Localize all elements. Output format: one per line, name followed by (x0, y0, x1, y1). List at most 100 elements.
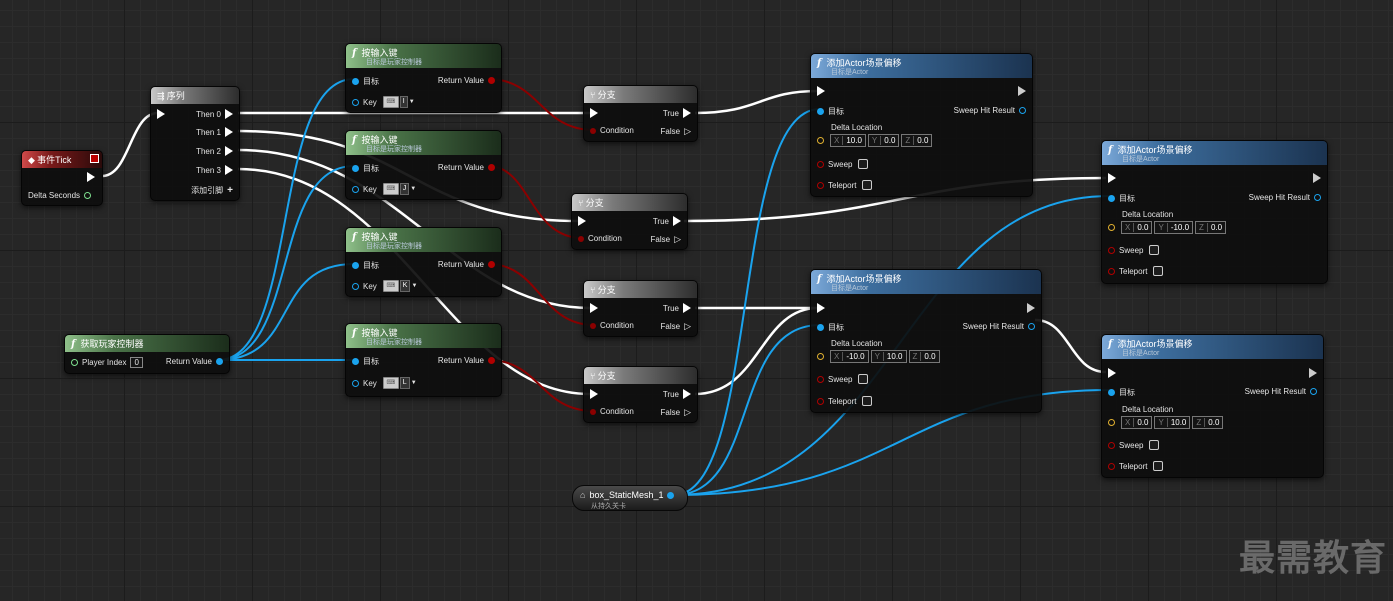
teleport-checkbox[interactable] (862, 396, 873, 406)
add-actor-offset-node-2[interactable]: f 添加Actor场景偏移 目标是Actor 目标 Sweep Hit Resu… (1101, 140, 1328, 284)
teleport-pin[interactable] (1108, 267, 1115, 275)
delta-location-pin[interactable] (1108, 419, 1115, 426)
input-key-header[interactable]: f 按输入键 目标是玩家控制器 (346, 228, 501, 252)
teleport-pin[interactable] (1108, 462, 1115, 470)
branch-header[interactable]: ⑂ 分支 (572, 194, 687, 211)
return-value-pin[interactable] (488, 164, 495, 171)
delta-location-pin[interactable] (817, 137, 824, 144)
sweep-checkbox[interactable] (1149, 245, 1160, 255)
y-value[interactable]: 10.0 (1168, 418, 1190, 427)
false-pin[interactable]: ▷ (684, 321, 691, 332)
x-value[interactable]: 0.0 (1134, 418, 1151, 427)
then3-pin[interactable] (225, 165, 233, 175)
target-pin[interactable] (352, 358, 359, 365)
y-value[interactable]: -10.0 (1168, 223, 1192, 232)
input-key-header[interactable]: f 按输入键 目标是玩家控制器 (346, 324, 501, 348)
branch-header[interactable]: ⑂ 分支 (584, 281, 697, 298)
input-key-node-l[interactable]: f 按输入键 目标是玩家控制器 目标 Return Value Key ⌨ L ▼ (345, 323, 502, 397)
return-value-pin[interactable] (216, 358, 223, 365)
sweep-pin[interactable] (1108, 246, 1115, 254)
teleport-checkbox[interactable] (1153, 266, 1164, 276)
sweep-hit-pin[interactable] (1310, 388, 1317, 395)
sweep-checkbox[interactable] (858, 374, 869, 384)
teleport-pin[interactable] (817, 397, 824, 405)
input-key-header[interactable]: f 按输入键 目标是玩家控制器 (346, 131, 501, 155)
player-index-pin[interactable] (71, 359, 78, 366)
sweep-pin[interactable] (1108, 441, 1115, 449)
sequence-exec-in-pin[interactable] (157, 109, 165, 119)
key-pin[interactable] (352, 185, 359, 193)
return-value-pin[interactable] (488, 77, 495, 84)
target-pin[interactable] (817, 324, 824, 331)
sweep-pin[interactable] (817, 160, 824, 168)
sweep-hit-pin[interactable] (1314, 194, 1321, 201)
exec-in-pin[interactable] (817, 86, 825, 96)
teleport-pin[interactable] (817, 181, 824, 189)
exec-out-pin[interactable] (1018, 86, 1026, 96)
then2-pin[interactable] (225, 146, 233, 156)
key-pin[interactable] (352, 379, 359, 387)
sweep-hit-pin[interactable] (1019, 107, 1026, 114)
key-selector[interactable]: ⌨ K ▼ (382, 280, 417, 292)
delta-seconds-pin[interactable] (84, 192, 92, 199)
mesh-output-pin[interactable] (667, 491, 675, 499)
exec-in-pin[interactable] (590, 389, 598, 399)
event-tick-node[interactable]: ◆ 事件Tick Delta Seconds (21, 150, 103, 206)
exec-in-pin[interactable] (590, 108, 598, 118)
return-value-pin[interactable] (488, 357, 495, 364)
y-value[interactable]: 10.0 (884, 352, 906, 361)
true-pin[interactable] (673, 216, 681, 226)
sweep-hit-pin[interactable] (1028, 323, 1035, 330)
key-selector[interactable]: ⌨ J ▼ (382, 183, 416, 195)
condition-pin[interactable] (590, 408, 596, 415)
x-value[interactable]: 10.0 (843, 136, 865, 145)
true-pin[interactable] (683, 108, 691, 118)
target-pin[interactable] (1108, 389, 1115, 396)
exec-out-pin[interactable] (1027, 303, 1035, 313)
exec-in-pin[interactable] (817, 303, 825, 313)
condition-pin[interactable] (590, 127, 596, 134)
add-actor-offset-node-4[interactable]: f 添加Actor场景偏移 目标是Actor 目标 Sweep Hit Resu… (1101, 334, 1324, 478)
then1-pin[interactable] (225, 127, 233, 137)
branch-header[interactable]: ⑂ 分支 (584, 86, 697, 103)
branch-node-4[interactable]: ⑂ 分支 True Condition False ▷ (583, 366, 698, 423)
condition-pin[interactable] (590, 322, 596, 329)
branch-node-1[interactable]: ⑂ 分支 True Condition False ▷ (583, 85, 698, 142)
static-mesh-variable-node[interactable]: ⌂ box_StaticMesh_1 从持久关卡 (572, 485, 688, 511)
add-offset-header[interactable]: f 添加Actor场景偏移 目标是Actor (1102, 335, 1323, 359)
z-value[interactable]: 0.0 (1205, 418, 1222, 427)
false-pin[interactable]: ▷ (684, 126, 691, 137)
then0-pin[interactable] (225, 109, 233, 119)
target-pin[interactable] (352, 78, 359, 85)
input-key-node-k[interactable]: f 按输入键 目标是玩家控制器 目标 Return Value Key ⌨ K ▼ (345, 227, 502, 297)
player-index-input[interactable]: 0 (130, 357, 143, 368)
exec-out-pin[interactable] (1309, 368, 1317, 378)
x-value[interactable]: 0.0 (1134, 223, 1151, 232)
branch-node-2[interactable]: ⑂ 分支 True Condition False ▷ (571, 193, 688, 250)
input-key-node-i[interactable]: f 按输入键 目标是玩家控制器 目标 Return Value Key ⌨ I ▼ (345, 43, 502, 113)
false-pin[interactable]: ▷ (684, 407, 691, 418)
input-key-header[interactable]: f 按输入键 目标是玩家控制器 (346, 44, 501, 68)
return-value-pin[interactable] (488, 261, 495, 268)
sweep-pin[interactable] (817, 375, 824, 383)
add-pin-button[interactable]: 添加引脚 + (191, 185, 233, 196)
delta-location-input[interactable]: X 0.0 Y 10.0 Z 0.0 (1121, 416, 1225, 429)
target-pin[interactable] (352, 165, 359, 172)
add-offset-header[interactable]: f 添加Actor场景偏移 目标是Actor (1102, 141, 1327, 165)
teleport-checkbox[interactable] (862, 180, 873, 190)
exec-in-pin[interactable] (1108, 368, 1116, 378)
x-value[interactable]: -10.0 (843, 352, 867, 361)
add-offset-header[interactable]: f 添加Actor场景偏移 目标是Actor (811, 54, 1032, 78)
add-offset-header[interactable]: f 添加Actor场景偏移 目标是Actor (811, 270, 1041, 294)
branch-node-3[interactable]: ⑂ 分支 True Condition False ▷ (583, 280, 698, 337)
target-pin[interactable] (817, 108, 824, 115)
delta-location-input[interactable]: X 10.0 Y 0.0 Z 0.0 (830, 134, 934, 147)
get-controller-header[interactable]: f 获取玩家控制器 (65, 335, 229, 352)
false-pin[interactable]: ▷ (674, 234, 681, 245)
condition-pin[interactable] (578, 235, 584, 242)
sequence-header[interactable]: ⇶ 序列 (151, 87, 239, 104)
exec-in-pin[interactable] (578, 216, 586, 226)
event-tick-header[interactable]: ◆ 事件Tick (22, 151, 102, 168)
sweep-checkbox[interactable] (858, 159, 869, 169)
teleport-checkbox[interactable] (1153, 461, 1164, 471)
